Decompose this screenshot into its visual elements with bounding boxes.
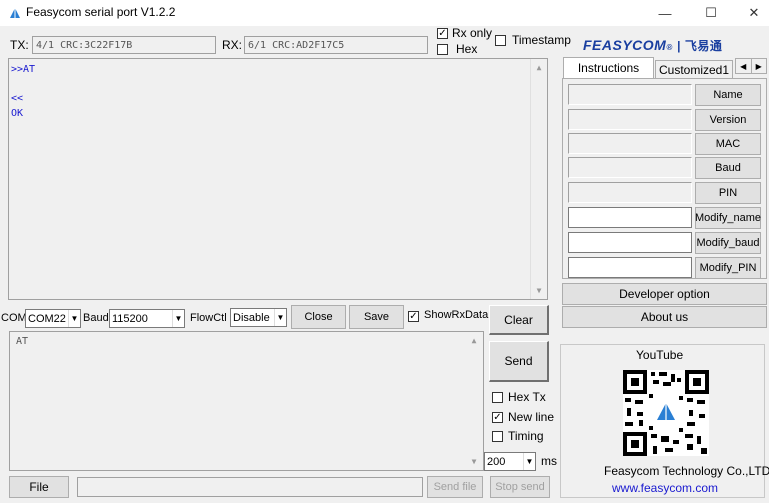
rx-counter: 6/1 CRC:AD2F17C5 [244,36,428,54]
modify-baud-input[interactable] [568,232,692,253]
interval-select[interactable]: 200 ▼ [484,452,536,471]
timing-label: Timing [508,429,544,443]
modify-pin-button[interactable]: Modify_PIN [695,257,761,279]
brand-name: FEASYCOM [583,37,667,53]
send-button[interactable]: Send [489,341,549,382]
baud-input[interactable] [568,157,692,178]
hex-label: Hex [456,42,478,56]
mac-input[interactable] [568,133,692,154]
close-port-button[interactable]: Close [291,305,346,329]
com-value: COM22 [28,312,66,325]
rx-only-label: Rx only [452,26,493,40]
scroll-up-icon[interactable]: ▲ [466,336,482,345]
scroll-down-icon[interactable]: ▼ [531,286,547,295]
tab-instructions[interactable]: Instructions [563,57,654,78]
pin-command-button[interactable]: PIN [695,182,761,204]
developer-option-button[interactable]: Developer option [562,283,767,305]
scroll-down-icon[interactable]: ▼ [466,457,482,466]
receive-line: << [11,93,24,104]
website-link[interactable]: www.feasycom.com [612,481,718,495]
about-us-button[interactable]: About us [562,306,767,328]
receive-area[interactable]: >>AT << OK ▲ ▼ [8,58,548,300]
chevron-down-icon: ▼ [523,453,535,470]
tab-left-icon[interactable]: ◀ [736,59,752,73]
show-rx-checkbox[interactable]: ✓ [408,311,419,322]
version-command-button[interactable]: Version [695,109,761,131]
flowctl-select[interactable]: Disable ▼ [230,308,287,327]
new-line-checkbox[interactable]: ✓ [492,412,503,423]
hex-tx-label: Hex Tx [508,390,546,404]
close-window-button[interactable]: ✕ [733,0,769,26]
chevron-down-icon: ▼ [274,309,286,326]
company-name: Feasycom Technology Co.,LTD [604,464,769,478]
send-text: AT [16,336,29,347]
receive-line: >>AT [11,64,36,75]
qr-code-graphic [623,370,709,456]
file-button[interactable]: File [9,476,69,498]
tab-customized1[interactable]: Customized1 [655,60,733,78]
tx-counter: 4/1 CRC:3C22F17B [32,36,216,54]
hex-checkbox[interactable] [437,44,448,55]
interval-unit: ms [541,454,557,468]
com-label: COM [1,312,27,324]
brand-logo: FEASYCOM® | 飞易通 [583,37,723,53]
app-icon [10,8,20,18]
flowctl-value: Disable [233,311,270,324]
flowctl-label: FlowCtl [190,312,227,324]
file-path-input[interactable] [77,477,423,497]
baud-label: Baud [83,312,109,324]
interval-value: 200 [487,455,506,468]
receive-text: >>AT << OK [9,59,547,125]
modify-name-input[interactable] [568,207,692,228]
pin-input[interactable] [568,182,692,203]
show-rx-label: ShowRxData [424,309,489,321]
chevron-down-icon: ▼ [172,310,184,327]
tab-scroller[interactable]: ◀ ▶ [735,58,767,74]
mac-command-button[interactable]: MAC [695,133,761,155]
minimize-button[interactable]: — [644,0,686,26]
timestamp-label: Timestamp [512,33,571,47]
send-scrollbar[interactable]: ▲ ▼ [466,332,483,470]
youtube-label: YouTube [636,348,684,362]
modify-pin-input[interactable] [568,257,692,278]
baud-select[interactable]: 115200 ▼ [109,309,185,328]
modify-name-button[interactable]: Modify_name [695,207,761,229]
timestamp-checkbox[interactable] [495,35,506,46]
hex-tx-checkbox[interactable] [492,392,503,403]
modify-baud-button[interactable]: Modify_baud [695,232,761,254]
com-select[interactable]: COM22 ▼ [25,309,81,328]
receive-line: OK [11,107,24,119]
scroll-up-icon[interactable]: ▲ [531,63,547,72]
version-input[interactable] [568,109,692,130]
rx-label: RX: [222,38,243,52]
save-button[interactable]: Save [349,305,404,329]
tab-right-icon[interactable]: ▶ [751,59,766,73]
tx-label: TX: [10,38,29,52]
rx-only-checkbox[interactable]: ✓ [437,28,448,39]
qr-code-icon [623,370,709,456]
new-line-label: New line [508,410,555,424]
baud-command-button[interactable]: Baud [695,157,761,179]
tab-instructions-label: Instructions [577,61,640,75]
receive-scrollbar[interactable]: ▲ ▼ [530,59,547,299]
baud-value: 115200 [112,312,148,325]
clear-button[interactable]: Clear [489,305,549,335]
name-command-button[interactable]: Name [695,84,761,106]
maximize-button[interactable]: ☐ [690,0,732,26]
receive-line [11,78,545,93]
send-file-button[interactable]: Send file [427,476,483,498]
send-area[interactable]: AT ▲ ▼ [9,331,484,471]
timing-checkbox[interactable] [492,431,503,442]
brand-cn: 飞易通 [684,39,723,53]
chevron-down-icon: ▼ [68,310,80,327]
window-title: Feasycom serial port V1.2.2 [26,5,176,19]
tab-customized1-label: Customized1 [658,62,730,77]
stop-send-button[interactable]: Stop send [490,476,550,498]
name-input[interactable] [568,84,692,105]
